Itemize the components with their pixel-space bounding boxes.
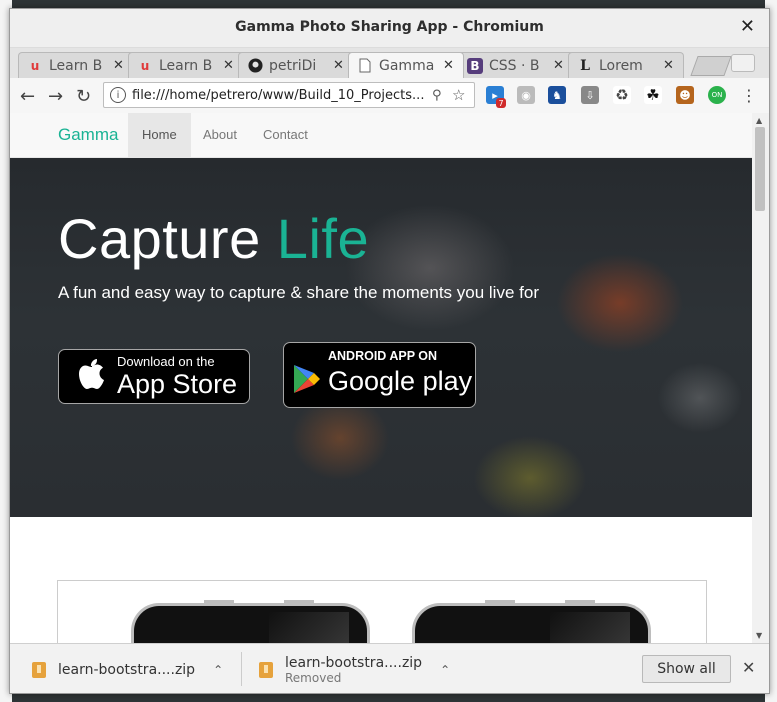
google-play-row: Google play <box>292 363 472 398</box>
github-icon <box>247 58 263 74</box>
scroll-up-icon[interactable]: ▲ <box>756 116 762 125</box>
tab-lorem[interactable]: L Lorem ✕ <box>568 52 684 78</box>
browser-toolbar: ← → ↻ i file:///home/petrero/www/Build_1… <box>10 78 769 115</box>
reload-icon[interactable]: ↻ <box>76 86 91 107</box>
tab-label: Lorem <box>599 57 643 74</box>
bootstrap-icon: B <box>467 57 483 74</box>
page-viewport: Gamma Home About Contact Capture Life A … <box>10 113 752 643</box>
chess-extension-icon[interactable]: ♞ <box>548 86 566 104</box>
download-filename: learn-bootstra....zip <box>285 655 423 671</box>
nav-home[interactable]: Home <box>128 113 191 157</box>
url-text[interactable]: file:///home/petrero/www/Build_10_Projec… <box>132 88 432 103</box>
gnome-extension-icon[interactable]: ☘ <box>644 86 662 104</box>
address-bar[interactable]: i file:///home/petrero/www/Build_10_Proj… <box>103 82 475 108</box>
document-icon <box>357 58 373 74</box>
tab-label: Learn B <box>159 57 213 74</box>
tab-learn-1[interactable]: u Learn B ✕ <box>18 52 134 78</box>
download-extension-icon[interactable]: ⇩ <box>581 86 599 104</box>
hero-section: Capture Life A fun and easy way to captu… <box>10 158 752 517</box>
app-store-button[interactable]: Download on the App Store <box>58 349 250 404</box>
profile-icon[interactable] <box>731 54 755 72</box>
google-play-small-label: ANDROID APP ON <box>328 349 438 363</box>
download-divider <box>241 652 242 686</box>
app-store-small-label: Download on the <box>117 353 215 369</box>
scroll-down-icon[interactable]: ▼ <box>756 631 762 640</box>
bookmark-star-icon[interactable]: ☆ <box>452 86 468 104</box>
hero-title-main: Capture <box>58 207 261 270</box>
window-title: Gamma Photo Sharing App - Chromium <box>235 19 544 35</box>
zip-file-icon <box>32 662 46 678</box>
recycle-extension-icon[interactable]: ♻ <box>613 86 631 104</box>
download-item[interactable]: learn-bootstra....zip ⌃ <box>32 652 223 688</box>
tab-learn-2[interactable]: u Learn B ✕ <box>128 52 244 78</box>
phone-image-left <box>131 600 370 643</box>
feature-panel <box>57 580 707 643</box>
download-status: Removed <box>285 671 342 685</box>
shield-extension-icon[interactable]: ◉ <box>517 86 535 104</box>
tab-label: petriDi <box>269 57 317 74</box>
toggle-extension-icon[interactable]: ON <box>708 86 726 104</box>
close-tab-icon[interactable]: ✕ <box>663 58 677 73</box>
tab-css-bootstrap[interactable]: B CSS · B ✕ <box>458 52 574 78</box>
google-play-big-label: Google play <box>328 365 473 396</box>
back-arrow-icon[interactable]: ← <box>20 86 35 107</box>
close-tab-icon[interactable]: ✕ <box>113 58 127 73</box>
phone-button <box>565 600 595 603</box>
extension-badge: 7 <box>496 98 506 108</box>
forward-arrow-icon[interactable]: → <box>48 86 63 107</box>
close-tab-icon[interactable]: ✕ <box>553 58 567 73</box>
page-scrollbar[interactable]: ▲ ▼ <box>752 113 769 643</box>
tab-label: Learn B <box>49 57 103 74</box>
zip-file-icon <box>259 662 273 678</box>
nav-contact[interactable]: Contact <box>249 113 322 157</box>
udemy-icon: u <box>140 58 150 73</box>
apple-icon <box>77 357 107 396</box>
download-item[interactable]: learn-bootstra....zip Removed ⌃ <box>259 652 450 688</box>
lorem-icon: L <box>580 57 590 74</box>
phone-button <box>204 600 234 603</box>
app-store-text: Download on the App Store <box>117 353 238 399</box>
tab-github[interactable]: petriDi ✕ <box>238 52 354 78</box>
chevron-up-icon[interactable]: ⌃ <box>213 663 223 677</box>
new-tab-button[interactable] <box>690 56 732 76</box>
google-play-icon <box>292 363 322 398</box>
tab-strip: u Learn B ✕ u Learn B ✕ petriDi ✕ Gamma … <box>10 48 769 78</box>
app-store-big-label: App Store <box>117 368 238 399</box>
phone-button <box>284 600 314 603</box>
close-tab-icon[interactable]: ✕ <box>223 58 237 73</box>
close-tab-icon[interactable]: ✕ <box>443 58 457 73</box>
hero-subtitle: A fun and easy way to capture & share th… <box>58 283 539 302</box>
face-extension-icon[interactable]: ☻ <box>676 86 694 104</box>
chevron-up-icon[interactable]: ⌃ <box>440 663 450 677</box>
phone-button <box>485 600 515 603</box>
site-navbar: Gamma Home About Contact <box>10 113 752 158</box>
download-info: learn-bootstra....zip Removed <box>285 655 422 685</box>
site-brand[interactable]: Gamma <box>58 125 118 145</box>
menu-icon[interactable]: ⋮ <box>741 86 757 105</box>
nav-about[interactable]: About <box>189 113 251 157</box>
phone-shine <box>269 612 349 643</box>
scrollbar-thumb[interactable] <box>755 127 765 211</box>
close-window-button[interactable]: ✕ <box>740 16 755 37</box>
tab-gamma[interactable]: Gamma ✕ <box>348 52 464 78</box>
phone-image-right <box>412 600 651 643</box>
download-info: learn-bootstra....zip <box>58 662 195 678</box>
title-bar: Gamma Photo Sharing App - Chromium ✕ <box>10 9 769 48</box>
tab-label: CSS · B <box>489 57 540 74</box>
hero-title: Capture Life <box>58 206 369 271</box>
udemy-icon: u <box>30 58 40 73</box>
close-shelf-icon[interactable]: ✕ <box>742 658 755 677</box>
close-tab-icon[interactable]: ✕ <box>333 58 347 73</box>
info-icon[interactable]: i <box>110 87 126 103</box>
hero-title-accent: Life <box>276 207 370 270</box>
show-all-button[interactable]: Show all <box>642 655 731 683</box>
google-play-button[interactable]: ANDROID APP ON Google play <box>283 342 476 408</box>
download-shelf: learn-bootstra....zip ⌃ learn-bootstra..… <box>10 643 769 693</box>
search-icon[interactable]: ⚲ <box>432 88 448 103</box>
phone-shine <box>550 612 630 643</box>
browser-window: Gamma Photo Sharing App - Chromium ✕ u L… <box>9 8 770 694</box>
download-filename: learn-bootstra....zip <box>58 662 196 678</box>
tab-label: Gamma <box>379 57 435 74</box>
